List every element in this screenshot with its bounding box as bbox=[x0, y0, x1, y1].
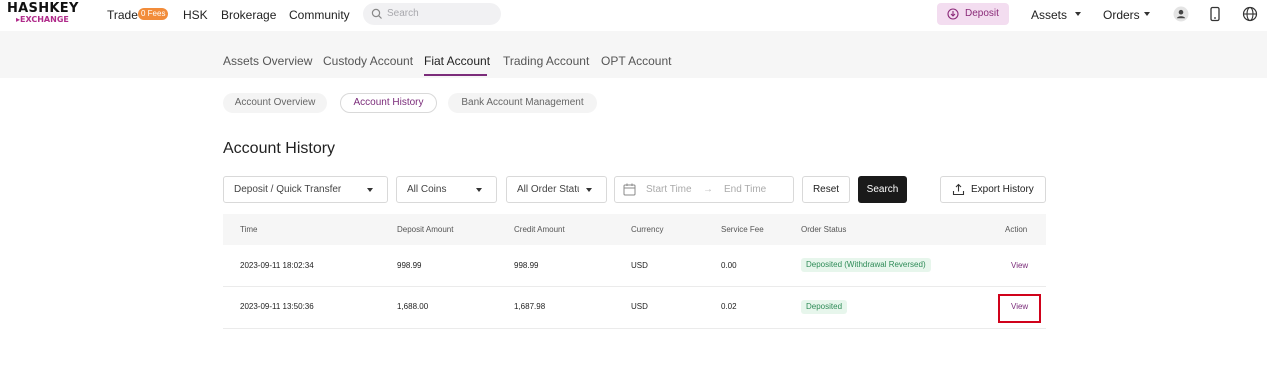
nav-trade[interactable]: Trade bbox=[107, 8, 138, 22]
orders-chevron-down-icon bbox=[1144, 12, 1150, 16]
user-avatar-icon[interactable] bbox=[1173, 6, 1189, 22]
nav-orders[interactable]: Orders bbox=[1103, 8, 1140, 22]
page-title: Account History bbox=[223, 140, 336, 157]
search-icon bbox=[371, 8, 382, 19]
subtab-bank-account-management[interactable]: Bank Account Management bbox=[448, 93, 597, 113]
row1-deposit-amount: 998.99 bbox=[397, 261, 422, 270]
tab-assets-overview[interactable]: Assets Overview bbox=[223, 54, 312, 68]
header-time: Time bbox=[240, 225, 258, 234]
tab-opt-account[interactable]: OPT Account bbox=[601, 54, 671, 68]
nav-brokerage[interactable]: Brokerage bbox=[221, 8, 276, 22]
order-status-select-value: All Order Statu bbox=[517, 184, 579, 195]
fees-badge: 0 Fees bbox=[138, 8, 169, 20]
top-nav: HASHKEY ▸EXCHANGE Trade 0 Fees HSK Broke… bbox=[0, 0, 1267, 31]
row2-currency: USD bbox=[631, 302, 648, 311]
row-divider bbox=[223, 286, 1046, 287]
end-time-input[interactable]: End Time bbox=[724, 184, 766, 196]
header-credit-amount: Credit Amount bbox=[514, 225, 565, 234]
reset-button[interactable]: Reset bbox=[802, 176, 850, 203]
nav-hsk[interactable]: HSK bbox=[183, 8, 208, 22]
search-button[interactable]: Search bbox=[858, 176, 907, 203]
logo-text: HASHKEY bbox=[7, 1, 79, 16]
row2-status-badge: Deposited bbox=[801, 300, 848, 314]
start-time-input[interactable]: Start Time bbox=[646, 184, 692, 196]
row1-time: 2023-09-11 18:02:34 bbox=[240, 261, 314, 270]
header-service-fee: Service Fee bbox=[721, 225, 764, 234]
chevron-down-icon bbox=[476, 188, 482, 192]
highlight-box bbox=[998, 294, 1041, 323]
coins-select[interactable]: All Coins bbox=[396, 176, 497, 203]
subtab-account-overview[interactable]: Account Overview bbox=[223, 93, 327, 113]
search-input[interactable]: Search bbox=[363, 3, 501, 25]
nav-assets[interactable]: Assets bbox=[1031, 8, 1067, 22]
type-select-value: Deposit / Quick Transfer bbox=[234, 184, 342, 195]
globe-icon[interactable] bbox=[1242, 6, 1258, 22]
row2-time: 2023-09-11 13:50:36 bbox=[240, 302, 314, 311]
calendar-icon bbox=[623, 183, 636, 196]
date-range-picker[interactable]: Start Time → End Time bbox=[614, 176, 794, 203]
order-status-select[interactable]: All Order Statu bbox=[506, 176, 607, 203]
header-currency: Currency bbox=[631, 225, 664, 234]
row2-credit-amount: 1,687.98 bbox=[514, 302, 546, 311]
nav-community[interactable]: Community bbox=[289, 8, 350, 22]
export-history-label: Export History bbox=[971, 184, 1034, 195]
header-action: Action bbox=[1005, 225, 1028, 234]
mobile-icon[interactable] bbox=[1207, 6, 1223, 22]
assets-chevron-down-icon bbox=[1075, 12, 1081, 16]
deposit-icon bbox=[947, 8, 959, 20]
row1-currency: USD bbox=[631, 261, 648, 270]
search-placeholder: Search bbox=[387, 8, 419, 19]
row1-status-badge: Deposited (Withdrawal Reversed) bbox=[801, 258, 931, 272]
arrow-right-icon: → bbox=[703, 184, 713, 195]
logo-subtext: ▸EXCHANGE bbox=[16, 15, 69, 24]
row2-deposit-amount: 1,688.00 bbox=[397, 302, 429, 311]
chevron-down-icon bbox=[367, 188, 373, 192]
tab-fiat-account[interactable]: Fiat Account bbox=[424, 54, 490, 68]
export-icon bbox=[952, 183, 965, 196]
hashkey-logo[interactable]: HASHKEY ▸EXCHANGE bbox=[7, 2, 82, 28]
type-select[interactable]: Deposit / Quick Transfer bbox=[223, 176, 388, 203]
deposit-label: Deposit bbox=[965, 8, 999, 19]
deposit-button[interactable]: Deposit bbox=[937, 3, 1009, 25]
export-history-button[interactable]: Export History bbox=[940, 176, 1046, 203]
row1-credit-amount: 998.99 bbox=[514, 261, 539, 270]
row-divider bbox=[223, 328, 1046, 329]
tab-trading-account[interactable]: Trading Account bbox=[503, 54, 589, 68]
tab-custody-account[interactable]: Custody Account bbox=[323, 54, 413, 68]
header-order-status: Order Status bbox=[801, 225, 847, 234]
active-tab-indicator bbox=[424, 74, 487, 76]
chevron-down-icon bbox=[586, 188, 592, 192]
row2-service-fee: 0.02 bbox=[721, 302, 737, 311]
subtab-account-history[interactable]: Account History bbox=[340, 93, 437, 113]
row1-view-link[interactable]: View bbox=[1011, 261, 1028, 271]
row1-service-fee: 0.00 bbox=[721, 261, 737, 270]
header-deposit-amount: Deposit Amount bbox=[397, 225, 454, 234]
coins-select-value: All Coins bbox=[407, 184, 447, 195]
